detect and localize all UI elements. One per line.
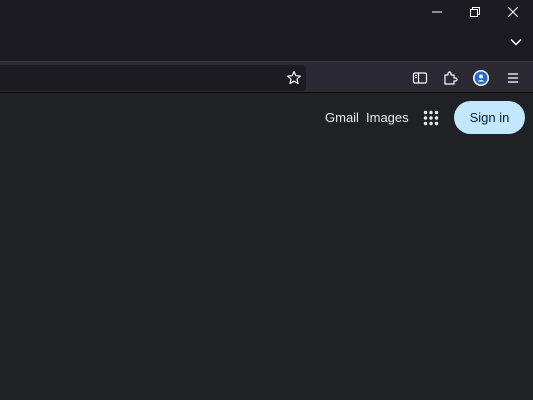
- apps-grid-icon: [423, 110, 439, 126]
- app-menu-button[interactable]: [500, 65, 526, 91]
- extensions-button[interactable]: [437, 65, 463, 91]
- restore-button[interactable]: [456, 0, 494, 24]
- close-icon: [507, 6, 519, 18]
- close-window-button[interactable]: [494, 0, 532, 24]
- navigation-toolbar: [0, 61, 533, 93]
- gmail-link[interactable]: Gmail: [325, 109, 359, 126]
- bookmark-button[interactable]: [281, 65, 307, 91]
- account-button[interactable]: [468, 65, 494, 91]
- hamburger-icon: [506, 71, 520, 85]
- sidebar-button[interactable]: [407, 65, 433, 91]
- puzzle-icon: [442, 70, 458, 86]
- star-icon: [286, 70, 302, 86]
- images-link[interactable]: Images: [366, 109, 409, 126]
- profile-icon: [472, 69, 490, 87]
- address-bar[interactable]: [0, 65, 306, 91]
- google-apps-button[interactable]: [418, 105, 444, 131]
- chevron-down-icon: [509, 35, 523, 49]
- minimize-icon: [431, 6, 443, 18]
- minimize-button[interactable]: [418, 0, 456, 24]
- sidebar-icon: [412, 70, 428, 86]
- title-bar: [0, 0, 533, 61]
- list-all-tabs-button[interactable]: [500, 30, 532, 54]
- restore-icon: [469, 6, 481, 18]
- browser-window: Gmail Images Sign in: [0, 0, 533, 400]
- sign-in-button[interactable]: Sign in: [454, 101, 525, 134]
- page-body: [0, 140, 533, 400]
- toolbar-divider: [0, 92, 533, 93]
